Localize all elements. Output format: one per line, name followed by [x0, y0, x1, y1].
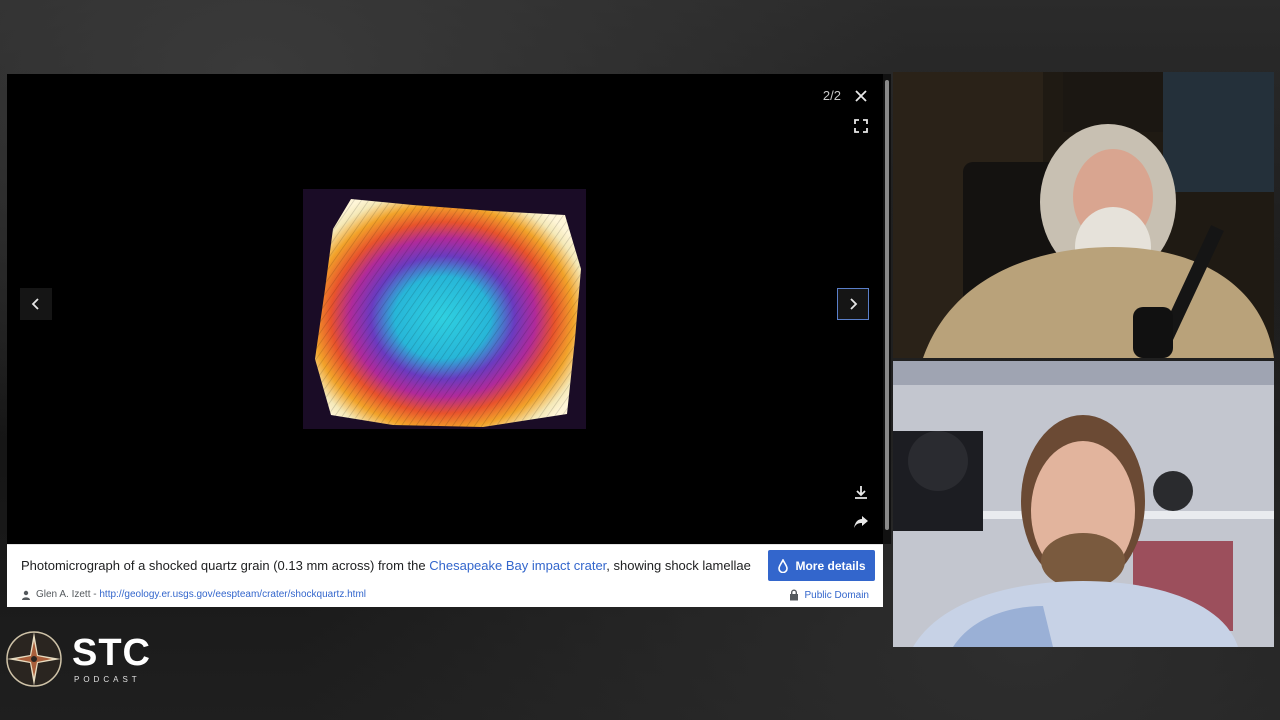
user-icon: [22, 590, 30, 600]
logo-title: STC: [72, 632, 151, 674]
chevron-left-icon: [31, 298, 39, 310]
close-button[interactable]: [847, 82, 875, 110]
chevron-right-icon: [850, 298, 858, 310]
scrollbar-thumb[interactable]: [885, 80, 889, 530]
more-details-label: More details: [795, 558, 866, 573]
author-credit: Glen A. Izett - http://geology.er.usgs.g…: [21, 589, 366, 600]
caption-bar: Photomicrograph of a shocked quartz grai…: [7, 544, 883, 607]
previous-image-button[interactable]: [20, 288, 52, 320]
viewer-scrollbar[interactable]: [883, 74, 891, 544]
image-viewer: 2/2: [7, 74, 883, 544]
logo-subtitle: PODCAST: [74, 675, 141, 684]
image-caption: Photomicrograph of a shocked quartz grai…: [21, 558, 751, 573]
lock-icon: [789, 589, 798, 601]
drop-icon: [778, 558, 789, 573]
stc-podcast-logo: STC PODCAST: [4, 627, 154, 691]
close-icon: [855, 90, 867, 102]
caption-link[interactable]: Chesapeake Bay impact crater: [429, 558, 606, 573]
compass-rose-icon: [6, 631, 62, 687]
more-details-button[interactable]: More details: [768, 550, 875, 581]
quartz-photomicrograph: [303, 189, 586, 429]
license-label: Public Domain: [804, 589, 869, 601]
share-icon: [854, 516, 868, 528]
share-button[interactable]: [847, 508, 875, 536]
caption-text-start: Photomicrograph of a shocked quartz grai…: [21, 558, 430, 573]
video-feed-guest: [893, 361, 1274, 647]
video-feed-host: [893, 72, 1274, 358]
caption-text-end: , showing shock lamellae: [606, 558, 751, 573]
source-link[interactable]: http://geology.er.usgs.gov/eespteam/crat…: [99, 589, 366, 600]
fullscreen-icon: [854, 119, 868, 133]
license-info[interactable]: Public Domain: [789, 589, 869, 601]
next-image-button[interactable]: [837, 288, 869, 320]
download-icon: [855, 486, 867, 499]
author-name: Glen A. Izett: [36, 589, 91, 600]
image-counter: 2/2: [822, 88, 841, 103]
download-button[interactable]: [847, 478, 875, 506]
fullscreen-button[interactable]: [847, 112, 875, 140]
